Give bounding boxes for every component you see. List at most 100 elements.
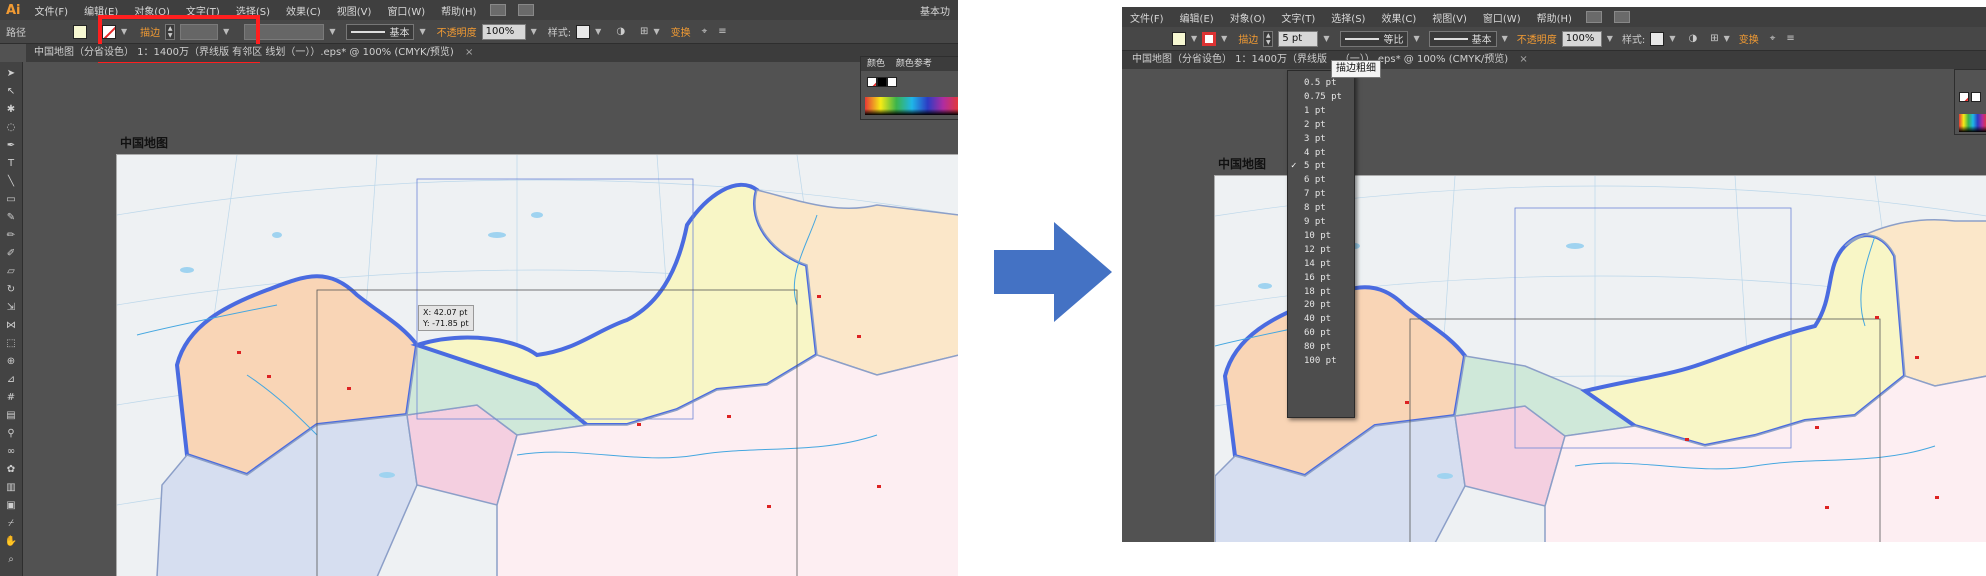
stroke-label[interactable]: 描边: [1238, 31, 1258, 46]
brush-definition[interactable]: 基本: [1428, 30, 1497, 47]
stroke-weight-option[interactable]: 9 pt: [1288, 215, 1354, 229]
menu-view[interactable]: 视图(V): [1424, 10, 1475, 25]
stroke-weight-option[interactable]: 1 pt: [1288, 104, 1354, 118]
shape-builder-tool-icon[interactable]: ⊕: [4, 356, 18, 368]
bridge-button[interactable]: [1585, 11, 1602, 23]
document-tab[interactable]: 中国地图（分省设色） 1：1400万（界线版 有邻区 线划（一））.eps* @…: [26, 44, 958, 62]
fill-dropdown-icon[interactable]: ▼: [1191, 34, 1197, 43]
stroke-weight-dropdown-icon[interactable]: ▼: [1323, 34, 1329, 43]
stroke-weight-option[interactable]: 0.5 pt: [1288, 76, 1354, 90]
recolor-icon[interactable]: ◑: [1688, 33, 1697, 44]
brush-dropdown-icon[interactable]: ▼: [1502, 34, 1508, 43]
menu-help[interactable]: 帮助(H): [433, 3, 484, 18]
paintbrush-tool-icon[interactable]: ✎: [4, 212, 18, 224]
perspective-grid-tool-icon[interactable]: ⊿: [4, 374, 18, 386]
menu-type[interactable]: 文字(T): [1273, 10, 1323, 25]
color-none-swatch[interactable]: [1959, 92, 1969, 102]
color-white-swatch[interactable]: [887, 77, 897, 87]
color-spectrum[interactable]: [865, 97, 958, 115]
eyedropper-tool-icon[interactable]: ⚲: [4, 428, 18, 440]
panel-menu-icon[interactable]: ≡: [718, 26, 726, 37]
menu-file[interactable]: 文件(F): [1122, 10, 1172, 25]
brush-definition[interactable]: 基本: [346, 23, 415, 40]
variable-width-dropdown-icon[interactable]: ▼: [329, 27, 335, 36]
stroke-weight-option[interactable]: 8 pt: [1288, 201, 1354, 215]
stroke-weight-option[interactable]: 7 pt: [1288, 187, 1354, 201]
rotate-tool-icon[interactable]: ↻: [4, 284, 18, 296]
lasso-tool-icon[interactable]: ◌: [4, 122, 18, 134]
graphic-style-dropdown-icon[interactable]: ▼: [1669, 34, 1675, 43]
align-dropdown-icon[interactable]: ▼: [653, 27, 659, 36]
stroke-weight-option[interactable]: 5 pt: [1288, 159, 1354, 173]
stroke-weight-option[interactable]: 4 pt: [1288, 146, 1354, 160]
symbol-sprayer-tool-icon[interactable]: ✿: [4, 464, 18, 476]
arrange-documents-button[interactable]: [1613, 11, 1630, 23]
menu-edit[interactable]: 编辑(E): [1172, 10, 1222, 25]
arrange-documents-button[interactable]: [518, 4, 535, 16]
rectangle-tool-icon[interactable]: ▭: [4, 194, 18, 206]
opacity-label[interactable]: 不透明度: [437, 24, 477, 39]
align-icon[interactable]: ⊞: [640, 26, 648, 37]
graphic-style-swatch[interactable]: [576, 24, 591, 39]
align-icon[interactable]: ⊞: [1710, 33, 1718, 44]
graphic-style-dropdown-icon[interactable]: ▼: [595, 27, 601, 36]
magic-wand-tool-icon[interactable]: ✱: [4, 104, 18, 116]
isolate-icon[interactable]: ⌖: [1770, 33, 1776, 44]
blob-brush-tool-icon[interactable]: ✐: [4, 248, 18, 260]
stroke-weight-option[interactable]: 80 pt: [1288, 340, 1354, 354]
selection-tool-icon[interactable]: ➤: [4, 68, 18, 80]
isolate-icon[interactable]: ⌖: [702, 26, 708, 37]
color-white-swatch[interactable]: [1971, 92, 1981, 102]
panel-menu-icon[interactable]: ≡: [1786, 33, 1794, 44]
close-tab-icon[interactable]: ×: [465, 47, 473, 58]
pencil-tool-icon[interactable]: ✏: [4, 230, 18, 242]
menu-file[interactable]: 文件(F): [27, 3, 77, 18]
china-map[interactable]: [117, 155, 958, 576]
eraser-tool-icon[interactable]: ▱: [4, 266, 18, 278]
brush-dropdown-icon[interactable]: ▼: [419, 27, 425, 36]
color-spectrum[interactable]: [1959, 114, 1986, 132]
stroke-weight-option[interactable]: 6 pt: [1288, 173, 1354, 187]
workspace-switcher[interactable]: 基本功: [912, 3, 958, 18]
stroke-swatch-dropdown-icon[interactable]: ▼: [1221, 34, 1227, 43]
artboard-tool-icon[interactable]: ▣: [4, 500, 18, 512]
stroke-weight-option[interactable]: 16 pt: [1288, 271, 1354, 285]
menu-select[interactable]: 选择(S): [1323, 10, 1373, 25]
scale-tool-icon[interactable]: ⇲: [4, 302, 18, 314]
hand-tool-icon[interactable]: ✋: [4, 536, 18, 548]
stroke-weight-option[interactable]: 20 pt: [1288, 298, 1354, 312]
color-none-swatch[interactable]: [867, 77, 877, 87]
menu-view[interactable]: 视图(V): [329, 3, 380, 18]
menu-help[interactable]: 帮助(H): [1529, 10, 1580, 25]
direct-selection-tool-icon[interactable]: ↖: [4, 86, 18, 98]
bridge-button[interactable]: [490, 4, 507, 16]
stroke-weight-stepper[interactable]: ▲ ▼: [1263, 30, 1274, 47]
stroke-weight-field[interactable]: 5 pt: [1278, 30, 1319, 47]
stroke-weight-option[interactable]: 3 pt: [1288, 132, 1354, 146]
stroke-weight-option[interactable]: 18 pt: [1288, 285, 1354, 299]
pen-tool-icon[interactable]: ✒: [4, 140, 18, 152]
mesh-tool-icon[interactable]: #: [4, 392, 18, 404]
menu-object[interactable]: 对象(O): [1222, 10, 1274, 25]
width-tool-icon[interactable]: ⋈: [4, 320, 18, 332]
type-tool-icon[interactable]: T: [4, 158, 18, 170]
color-tab[interactable]: 颜色: [867, 59, 885, 69]
close-tab-icon[interactable]: ×: [1519, 54, 1527, 65]
graphic-style-swatch[interactable]: [1650, 31, 1665, 46]
stroke-swatch[interactable]: [1202, 31, 1217, 46]
align-dropdown-icon[interactable]: ▼: [1724, 34, 1730, 43]
stroke-weight-option[interactable]: 100 pt: [1288, 354, 1354, 368]
gradient-tool-icon[interactable]: ▤: [4, 410, 18, 422]
document-tab[interactable]: 中国地图（分省设色） 1：1400万（界线版 ...（一））.eps* @ 10…: [1122, 51, 1986, 69]
profile-dropdown-icon[interactable]: ▼: [1413, 34, 1419, 43]
opacity-field[interactable]: 100%: [481, 23, 526, 40]
menu-window[interactable]: 窗口(W): [1475, 10, 1529, 25]
transform-label[interactable]: 变换: [671, 24, 691, 39]
transform-label[interactable]: 变换: [1739, 31, 1759, 46]
fill-swatch[interactable]: [1172, 31, 1186, 46]
stroke-weight-option[interactable]: 12 pt: [1288, 243, 1354, 257]
variable-width-profile[interactable]: 等比: [1340, 30, 1409, 47]
opacity-dropdown-icon[interactable]: ▼: [1607, 34, 1613, 43]
stroke-weight-option[interactable]: 60 pt: [1288, 326, 1354, 340]
stroke-weight-option[interactable]: 14 pt: [1288, 257, 1354, 271]
